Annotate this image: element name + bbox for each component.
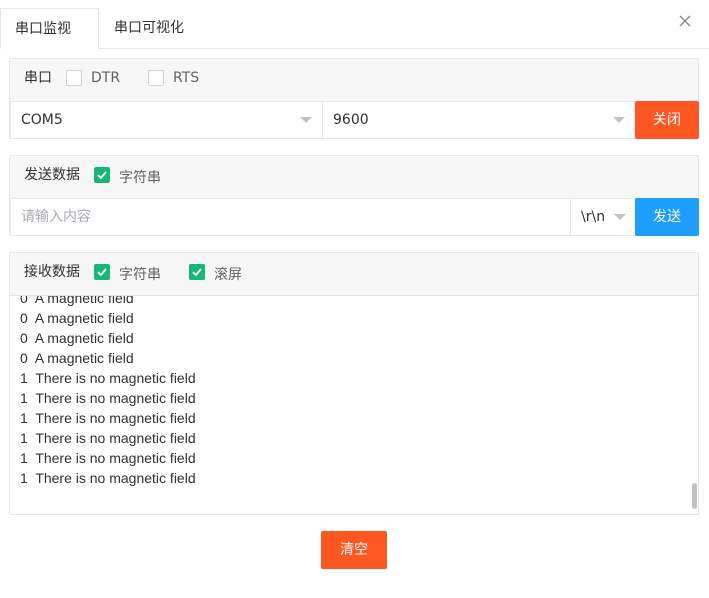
send-string-label: 字符串	[119, 170, 161, 186]
log-line: 0 A magnetic field	[20, 296, 134, 306]
caret-down-icon	[613, 117, 625, 123]
rts-label: RTS	[173, 70, 200, 86]
autoscroll-checkbox[interactable]	[189, 264, 205, 280]
log-line: 1 There is no magnetic field	[20, 370, 196, 386]
baud-value: 9600	[333, 112, 369, 128]
serial-port-title: 串口	[24, 70, 52, 86]
checkmark-icon	[97, 171, 107, 180]
receive-header: 接收数据 字符串 滚屏	[10, 253, 698, 296]
tab-bar: 串口监视器 串口可视化	[0, 0, 709, 77]
serial-port-header: 串口 DTR RTS	[10, 59, 698, 102]
caret-down-icon	[300, 117, 312, 123]
receive-title: 接收数据	[24, 264, 80, 280]
send-input[interactable]: 请输入内容	[10, 198, 571, 236]
caret-down-icon	[614, 214, 626, 220]
log-line: 1 There is no magnetic field	[20, 470, 196, 486]
send-button[interactable]: 发送	[635, 198, 699, 236]
serial-port-panel: 串口 DTR RTS COM5 9600 关闭	[9, 58, 699, 139]
send-string-checkbox[interactable]	[94, 167, 110, 183]
log-line: 1 There is no magnetic field	[20, 430, 196, 446]
close-icon[interactable]	[677, 13, 693, 29]
send-header: 发送数据 字符串	[10, 156, 698, 199]
tab-serial-monitor[interactable]: 串口监视器	[0, 8, 99, 77]
checkmark-icon	[97, 268, 107, 277]
dtr-label: DTR	[91, 70, 121, 86]
send-panel: 发送数据 字符串 请输入内容 \r\n 发送	[9, 155, 699, 236]
log-line: 1 There is no magnetic field	[20, 410, 196, 426]
rts-checkbox[interactable]	[148, 70, 164, 86]
dtr-checkbox[interactable]	[66, 70, 82, 86]
checkmark-icon	[192, 268, 202, 277]
receive-log[interactable]: 0 A magnetic field 0 A magnetic field 0 A …	[10, 296, 698, 512]
port-select[interactable]: COM5	[10, 101, 323, 139]
send-title: 发送数据	[24, 167, 80, 183]
receive-panel: 接收数据 字符串 滚屏 0 A magnetic field 0 A magnet…	[9, 252, 699, 515]
port-value: COM5	[21, 112, 63, 128]
baud-select[interactable]: 9600	[322, 101, 635, 139]
clear-button[interactable]: 清空	[321, 531, 387, 569]
log-line: 0 A magnetic field	[20, 330, 134, 346]
receive-string-checkbox[interactable]	[94, 264, 110, 280]
send-input-placeholder: 请输入内容	[21, 209, 91, 225]
scrollbar-thumb[interactable]	[692, 483, 697, 509]
autoscroll-label: 滚屏	[214, 267, 242, 283]
close-port-button[interactable]: 关闭	[635, 101, 699, 139]
log-line: 0 A magnetic field	[20, 350, 134, 366]
receive-string-label: 字符串	[119, 267, 161, 283]
log-line: 1 There is no magnetic field	[20, 450, 196, 466]
log-line: 1 There is no magnetic field	[20, 390, 196, 406]
line-ending-value: \r\n	[581, 209, 606, 225]
tab-serial-visualization[interactable]: 串口可视化	[100, 8, 198, 49]
line-ending-select[interactable]: \r\n	[570, 198, 636, 236]
log-line: 0 A magnetic field	[20, 310, 134, 326]
